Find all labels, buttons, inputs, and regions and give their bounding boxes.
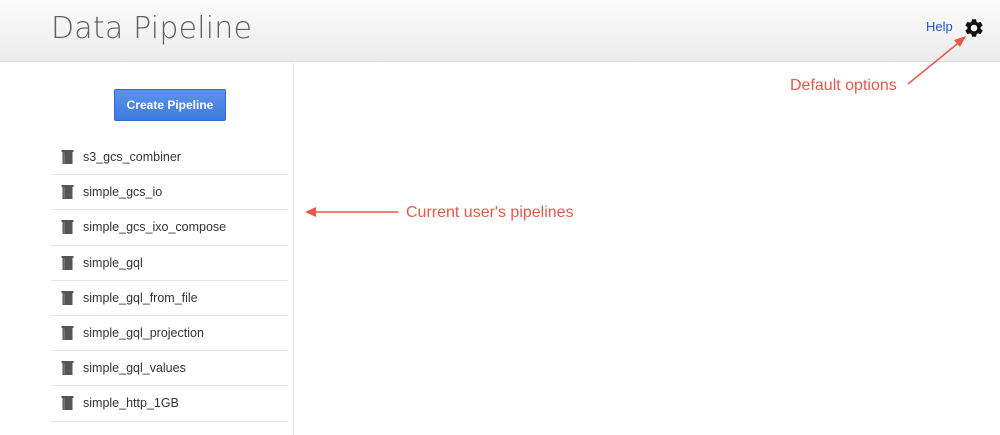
gear-icon[interactable] <box>963 17 985 39</box>
pipe-icon <box>61 361 74 376</box>
create-pipeline-button[interactable]: Create Pipeline <box>114 89 226 121</box>
pipeline-list-item[interactable]: s3_gcs_combiner <box>51 140 288 176</box>
app-title: Data Pipeline <box>51 11 253 46</box>
pipeline-sidebar: Create Pipeline s3_gcs_combiner simple_g… <box>0 63 294 435</box>
annotation-default-options: Default options <box>790 77 897 94</box>
pipeline-list-item[interactable]: simple_gql <box>51 246 288 281</box>
pipeline-label: simple_gql <box>83 255 143 270</box>
pipe-icon <box>61 185 74 200</box>
pipeline-label: simple_gql_from_file <box>83 290 198 305</box>
pipe-icon <box>61 220 74 235</box>
pipeline-list-item[interactable]: simple_gcs_ixo_compose <box>51 210 288 246</box>
pipeline-label: s3_gcs_combiner <box>83 150 181 165</box>
pipeline-list-item[interactable]: simple_http_1GB <box>51 386 288 422</box>
pipe-icon <box>61 255 74 270</box>
pipe-icon <box>61 326 74 341</box>
pipeline-list: s3_gcs_combiner simple_gcs_io simple_gcs… <box>51 140 288 422</box>
help-link[interactable]: Help <box>926 19 953 34</box>
pipe-icon <box>61 396 74 411</box>
pipeline-label: simple_gcs_io <box>83 185 163 200</box>
app-header: Data Pipeline Help <box>0 0 1000 62</box>
pipeline-label: simple_gql_projection <box>83 326 204 341</box>
pipeline-label: simple_http_1GB <box>83 396 179 411</box>
pipeline-list-item[interactable]: simple_gql_projection <box>51 316 288 352</box>
pipeline-list-item[interactable]: simple_gql_from_file <box>51 281 288 316</box>
pipeline-label: simple_gcs_ixo_compose <box>83 220 227 235</box>
arrow-to-pipeline-list <box>305 207 398 217</box>
pipeline-label: simple_gql_values <box>83 361 186 376</box>
pipe-icon <box>61 150 74 165</box>
pipe-icon <box>61 290 74 305</box>
pipeline-list-item[interactable]: simple_gcs_io <box>51 175 288 211</box>
annotation-current-pipelines: Current user's pipelines <box>406 204 574 221</box>
pipeline-list-item[interactable]: simple_gql_values <box>51 351 288 387</box>
